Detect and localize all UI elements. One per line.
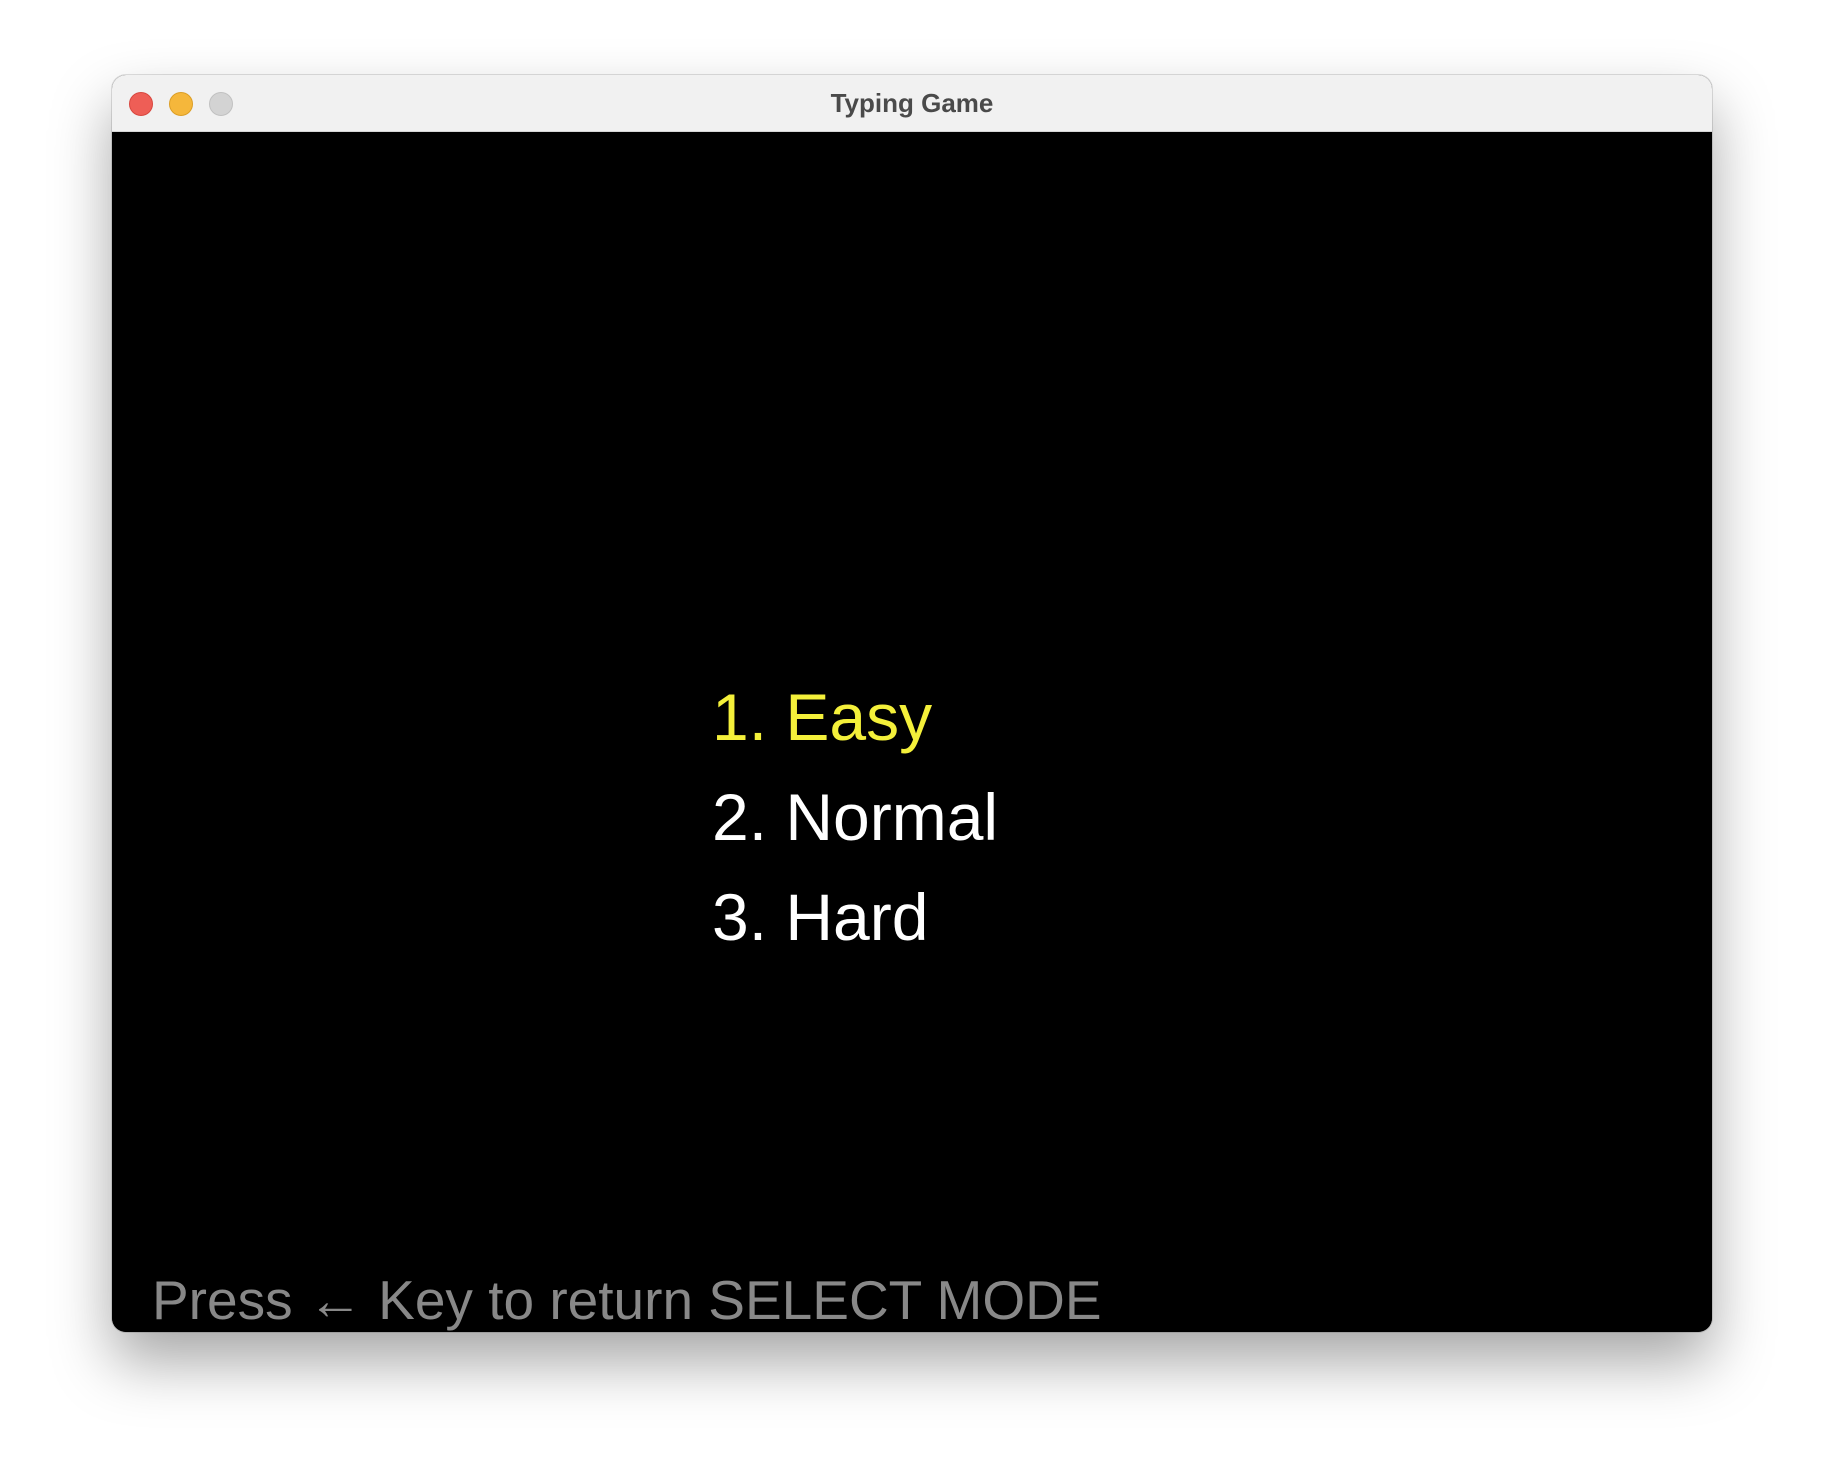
app-window: Typing Game 1. Easy 2. Normal 3. Hard Pr… [112,75,1712,1332]
footer-area: Press ← Key to return SELECT MODE [112,75,1712,1332]
return-hint-text: Press ← Key to return SELECT MODE [152,1269,1102,1331]
